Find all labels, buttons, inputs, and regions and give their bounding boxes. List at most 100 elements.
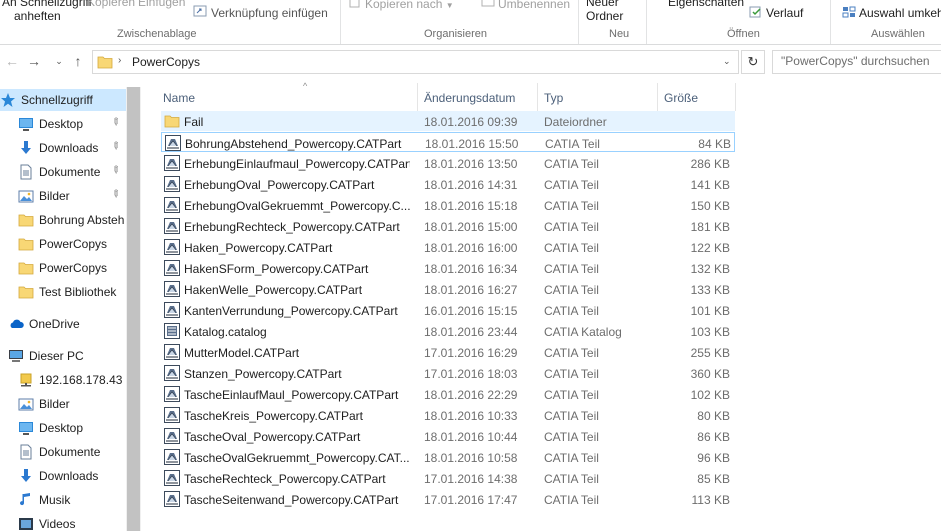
file-row[interactable]: TascheRechteck_Powercopy.CATPart 17.01.20… — [161, 468, 735, 488]
breadcrumb-powercopys[interactable]: PowerCopys — [132, 55, 200, 69]
sidebar-item-2[interactable]: Downloads ✎ — [0, 137, 126, 159]
file-type: CATIA Teil — [544, 199, 599, 213]
file-date: 18.01.2016 15:00 — [424, 220, 518, 234]
file-row[interactable]: Katalog.catalog 18.01.2016 23:44 CATIA Kat… — [161, 321, 735, 341]
pin-label-line1: An Schnellzugriff — [2, 0, 92, 9]
history-icon — [749, 6, 761, 18]
sidebar-item-label: Downloads — [39, 141, 99, 155]
file-size: 360 KB — [690, 367, 730, 381]
file-row[interactable]: TascheSeitenwand_Powercopy.CATPart 17.01.… — [161, 489, 735, 509]
search-box[interactable] — [772, 50, 941, 74]
file-row[interactable]: BohrungAbstehend_Powercopy.CATPart 18.01.… — [161, 132, 735, 152]
pin-icon: ✎ — [108, 163, 123, 178]
sidebar-item-label: Bilder — [39, 189, 70, 203]
sidebar-item-7[interactable]: PowerCopys — [0, 257, 126, 279]
address-bar[interactable]: › PowerCopys ⌄ — [92, 50, 739, 74]
history-button[interactable]: Verlauf — [766, 6, 803, 20]
rename-button[interactable]: Umbenennen — [498, 0, 570, 11]
file-name: Fail — [184, 115, 204, 129]
column-header-name[interactable]: Name ^ — [161, 81, 417, 111]
file-row[interactable]: Stanzen_Powercopy.CATPart 17.01.2016 18:0… — [161, 363, 735, 383]
sidebar-item-9[interactable]: OneDrive — [0, 313, 126, 335]
sidebar-item-label: Test Bibliothek — [39, 285, 117, 299]
sidebar-item-16[interactable]: Musik — [0, 489, 126, 511]
file-row[interactable]: ErhebungOval_Powercopy.CATPart 18.01.2016… — [161, 174, 735, 194]
paste-button[interactable]: Einfügen — [138, 0, 185, 9]
new-folder-label-line2: Ordner — [586, 9, 624, 23]
refresh-button[interactable]: ↻ — [741, 50, 765, 74]
sidebar-item-label: Musik — [39, 493, 71, 507]
file-row[interactable]: TascheOvalGekruemmt_Powercopy.CAT... 18.0… — [161, 447, 735, 467]
file-row[interactable]: ErhebungEinlaufmaul_Powercopy.CATPart 18.… — [161, 153, 735, 173]
recent-locations-button[interactable]: ⌄ — [51, 53, 67, 69]
file-type: CATIA Teil — [544, 157, 599, 171]
sidebar-item-10[interactable]: Dieser PC — [0, 345, 126, 367]
arrow-right-icon: → — [27, 53, 41, 69]
file-type: CATIA Teil — [544, 493, 599, 507]
file-name: TascheSeitenwand_Powercopy.CATPart — [184, 493, 399, 507]
sidebar-scrollbar-thumb[interactable] — [127, 87, 140, 531]
copy-to-button[interactable]: Kopieren nach ▼ — [365, 0, 454, 11]
sidebar-item-6[interactable]: PowerCopys — [0, 233, 126, 255]
file-date: 18.01.2016 22:29 — [424, 388, 518, 402]
file-row[interactable]: HakenWelle_Powercopy.CATPart 18.01.2016 1… — [161, 279, 735, 299]
file-type: CATIA Teil — [544, 304, 599, 318]
sidebar-item-0[interactable]: Schnellzugriff — [0, 89, 126, 111]
file-date: 16.01.2016 15:15 — [424, 304, 518, 318]
sidebar-item-8[interactable]: Test Bibliothek — [0, 281, 126, 303]
file-row[interactable]: ErhebungOvalGekruemmt_Powercopy.C... 18.0… — [161, 195, 735, 215]
file-row[interactable]: KantenVerrundung_Powercopy.CATPart 16.01.… — [161, 300, 735, 320]
sidebar-item-label: Dieser PC — [29, 349, 84, 363]
file-date: 17.01.2016 14:38 — [424, 472, 518, 486]
pin-icon: ✎ — [108, 115, 123, 130]
sidebar-item-13[interactable]: Desktop — [0, 417, 126, 439]
sidebar-item-12[interactable]: Bilder — [0, 393, 126, 415]
column-header-date[interactable]: Änderungsdatum — [418, 83, 537, 111]
column-size-label: Größe — [664, 91, 699, 105]
sidebar-item-label: Dokumente — [39, 445, 101, 459]
file-size: 150 KB — [690, 199, 730, 213]
sidebar-item-15[interactable]: Downloads — [0, 465, 126, 487]
column-separator[interactable] — [735, 83, 736, 111]
sidebar-item-4[interactable]: Bilder ✎ — [0, 185, 126, 207]
file-row[interactable]: MutterModel.CATPart 17.01.2016 16:29 CATIA… — [161, 342, 735, 362]
column-header-size[interactable]: Größe — [658, 83, 735, 111]
invert-selection-button[interactable]: Auswahl umkehren — [859, 6, 941, 20]
file-row[interactable]: ErhebungRechteck_Powercopy.CATPart 18.01.… — [161, 216, 735, 236]
file-type: CATIA Teil — [544, 346, 599, 360]
sidebar-item-11[interactable]: 192.168.178.43 — [0, 369, 126, 391]
back-button[interactable]: ← — [4, 53, 20, 69]
address-dropdown-icon[interactable]: ⌄ — [723, 56, 731, 67]
file-row[interactable]: TascheEinlaufMaul_Powercopy.CATPart 18.01… — [161, 384, 735, 404]
copy-button[interactable]: Kopieren — [87, 0, 135, 9]
column-header-type[interactable]: Typ — [538, 83, 657, 111]
new-folder-button[interactable]: Neuer Ordner — [586, 0, 623, 23]
catpart-icon — [164, 407, 180, 423]
up-button[interactable]: ↑ — [70, 53, 86, 69]
sidebar-item-3[interactable]: Dokumente ✎ — [0, 161, 126, 183]
file-name: Haken_Powercopy.CATPart — [184, 241, 333, 255]
catpart-icon — [164, 260, 180, 276]
search-input[interactable] — [773, 51, 941, 71]
file-row[interactable]: Fail 18.01.2016 09:39 Dateiordner — [161, 111, 735, 131]
pictures-icon — [18, 396, 34, 412]
forward-button[interactable]: → — [26, 53, 42, 69]
file-size: 132 KB — [690, 262, 730, 276]
sidebar-item-17[interactable]: Videos — [0, 513, 126, 531]
file-name: BohrungAbstehend_Powercopy.CATPart — [185, 137, 402, 151]
sort-ascending-icon: ^ — [303, 81, 308, 91]
file-size: 86 KB — [697, 430, 730, 444]
file-row[interactable]: Haken_Powercopy.CATPart 18.01.2016 16:00 C… — [161, 237, 735, 257]
sidebar-item-5[interactable]: Bohrung Absteh — [0, 209, 126, 231]
file-row[interactable]: HakenSForm_Powercopy.CATPart 18.01.2016 1… — [161, 258, 735, 278]
paste-shortcut-button[interactable]: Verknüpfung einfügen — [211, 6, 328, 20]
file-date: 17.01.2016 17:47 — [424, 493, 518, 507]
file-row[interactable]: TascheOval_Powercopy.CATPart 18.01.2016 1… — [161, 426, 735, 446]
sidebar-item-1[interactable]: Desktop ✎ — [0, 113, 126, 135]
file-name: ErhebungOval_Powercopy.CATPart — [184, 178, 375, 192]
properties-button[interactable]: Eigenschaften — [668, 0, 744, 9]
pin-to-quick-access-button[interactable]: An Schnellzugriff anheften — [2, 0, 92, 23]
sidebar-item-14[interactable]: Dokumente — [0, 441, 126, 463]
file-row[interactable]: TascheKreis_Powercopy.CATPart 18.01.2016 … — [161, 405, 735, 425]
pin-icon: ✎ — [108, 187, 123, 202]
